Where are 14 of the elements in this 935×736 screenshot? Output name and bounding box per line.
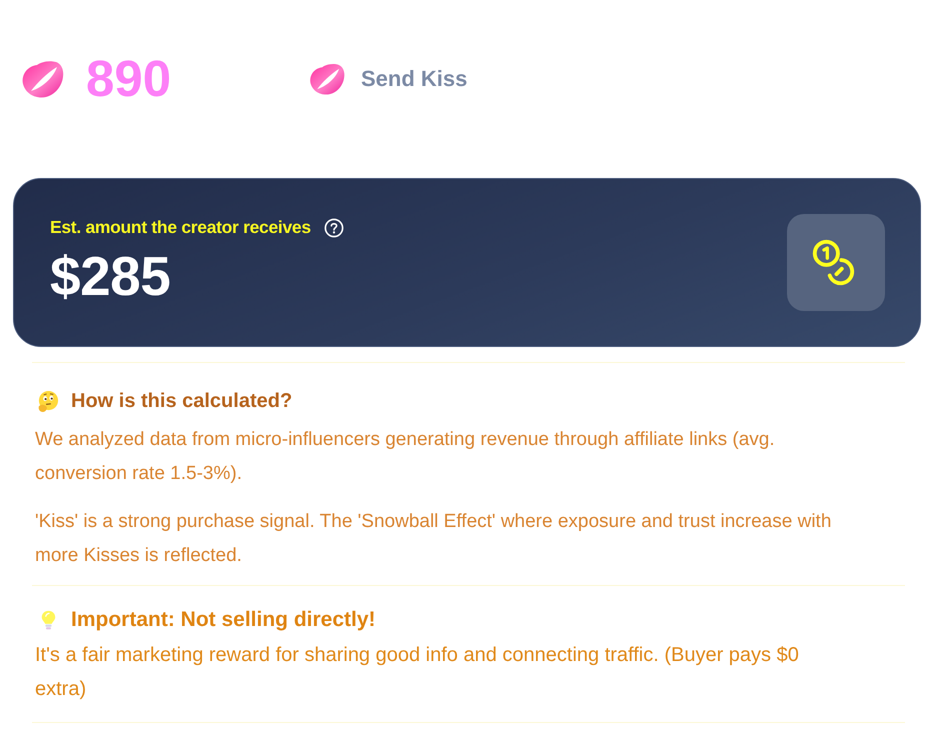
section-paragraph: We analyzed data from micro-influencers generating revenue through affiliate links (avg. conversion rate 1.5-3%). xyxy=(35,428,776,486)
section-title: Important: Not selling directly! xyxy=(71,608,376,632)
coins-icon xyxy=(787,214,885,311)
lips-icon xyxy=(20,59,64,99)
send-kiss-button[interactable]: Send Kiss xyxy=(308,62,468,96)
lips-icon xyxy=(308,62,345,96)
thinking-face-icon xyxy=(37,390,60,412)
section-title: How is this calculated? xyxy=(71,390,292,412)
earnings-label: Est. amount the creator receives xyxy=(50,217,311,238)
help-icon[interactable] xyxy=(324,218,344,238)
earnings-amount: $285 xyxy=(50,248,170,304)
kiss-count: 890 xyxy=(86,51,172,107)
section-paragraph: 'Kiss' is a strong purchase signal. The 'Snowball Effect' where exposure and trust increase with more Kisses is reflected. xyxy=(35,510,832,568)
section-paragraph: It's a fair marketing reward for sharing good info and connecting traffic. (Buyer pays $0 extra) xyxy=(35,643,800,702)
